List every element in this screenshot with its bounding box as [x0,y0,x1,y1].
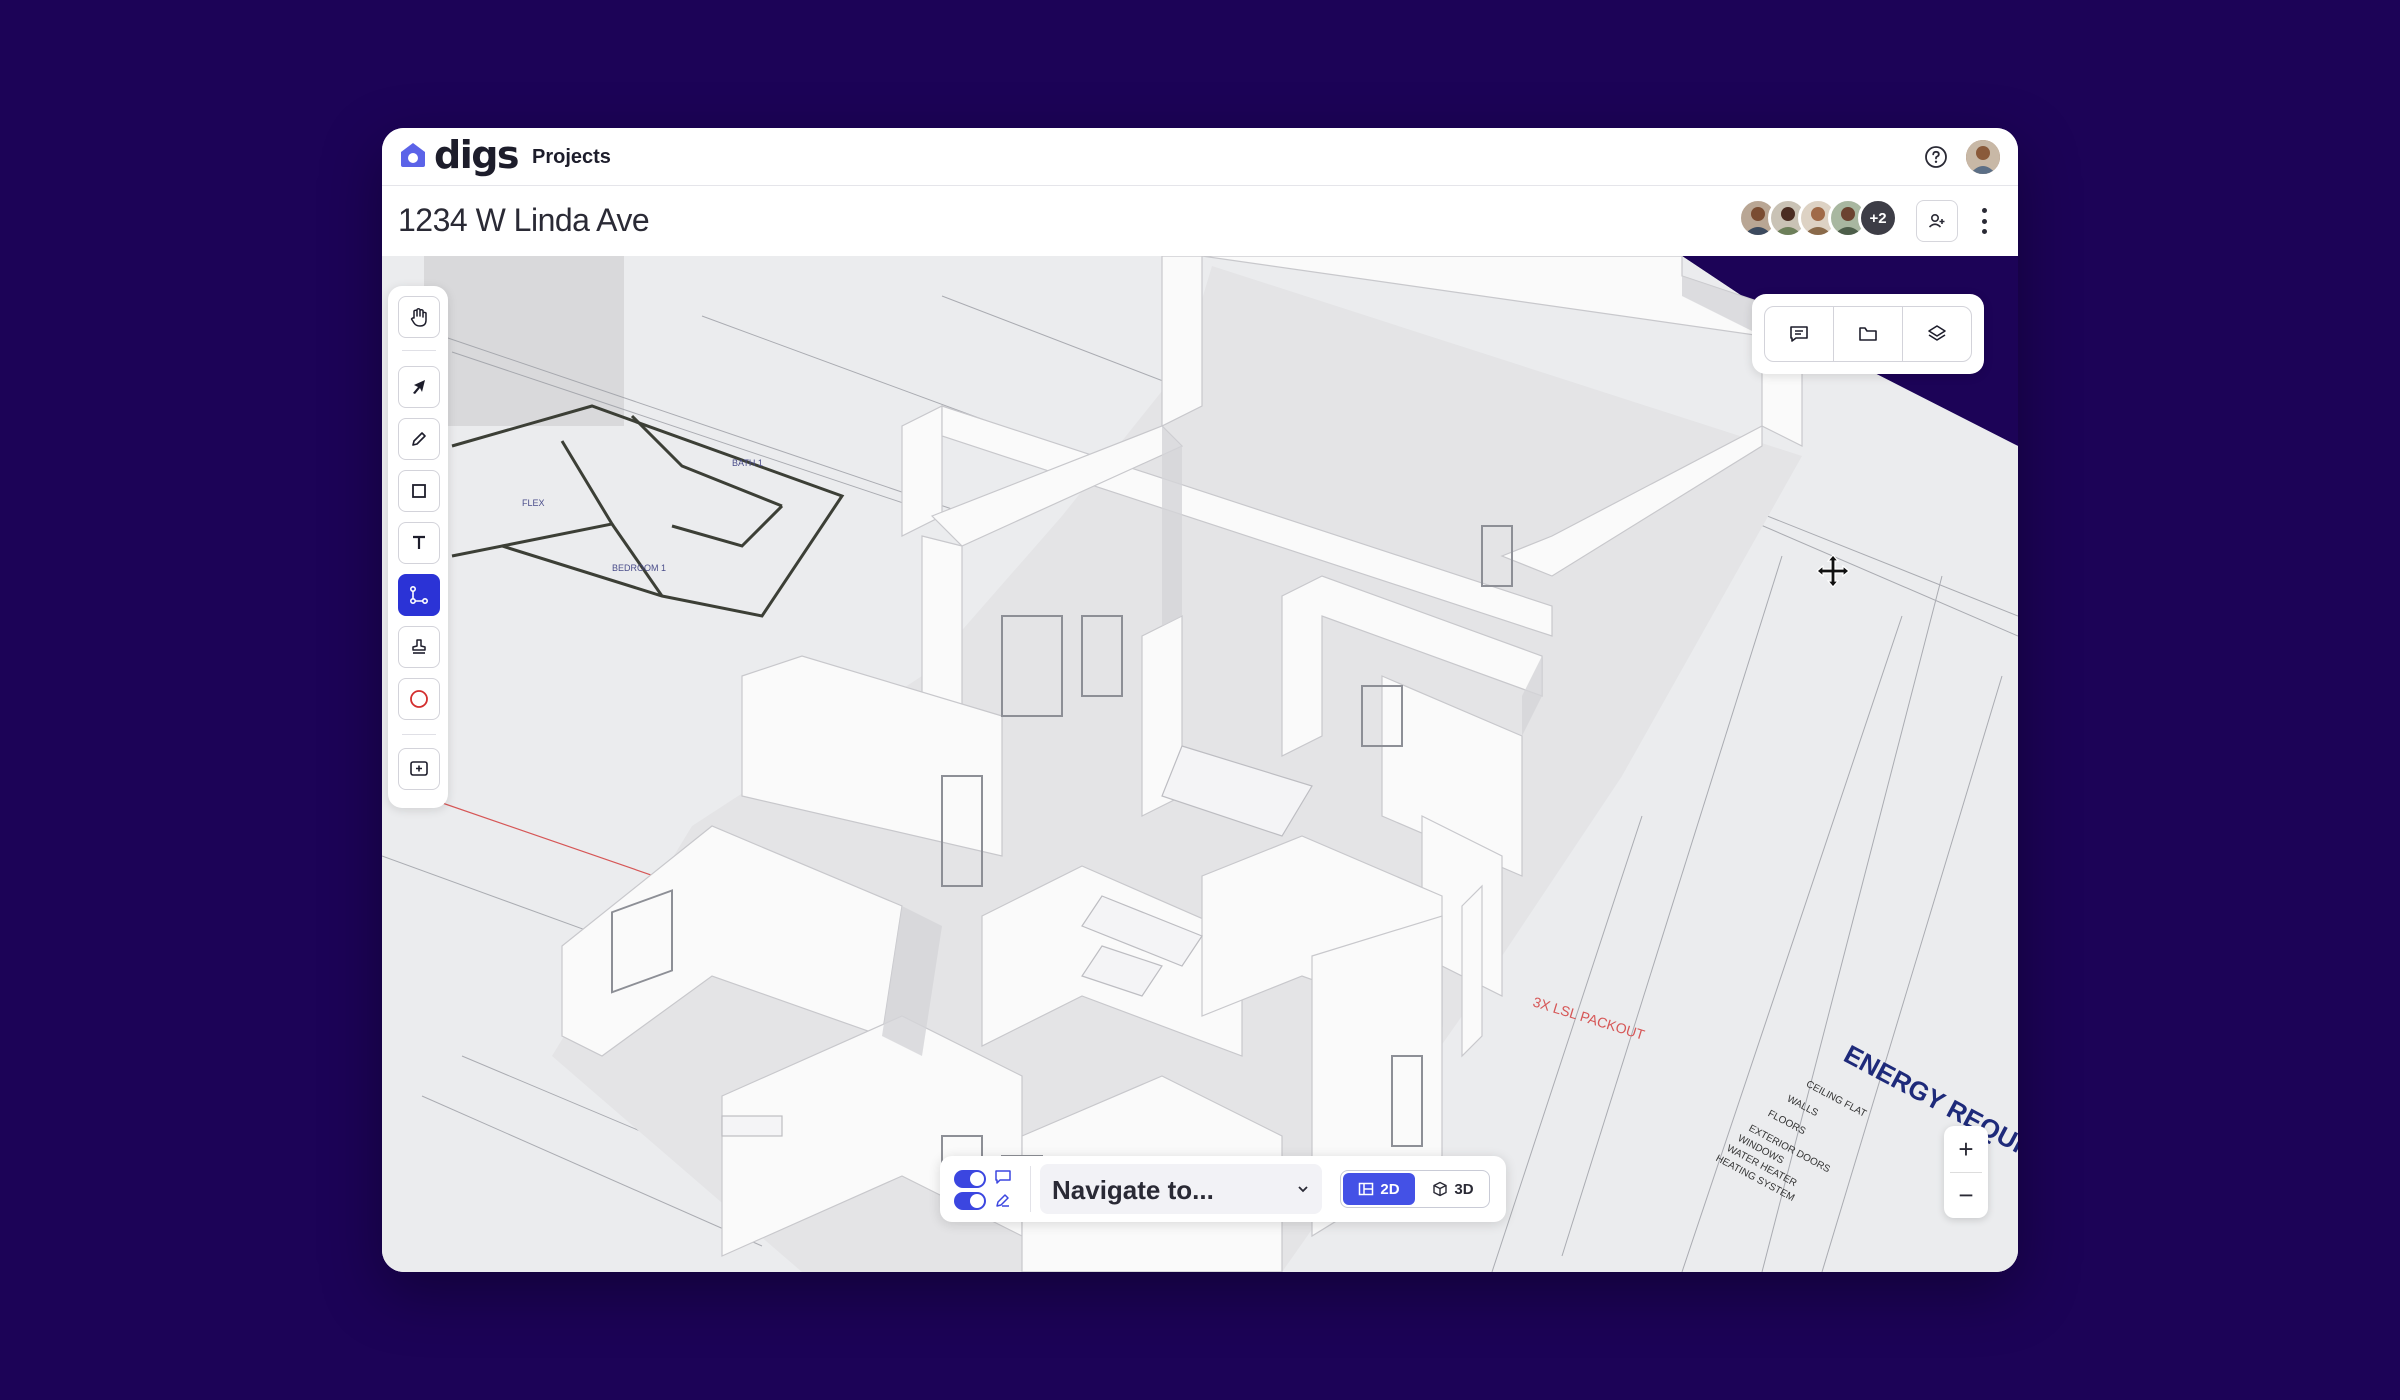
room-label-bath: BATH 1 [732,458,763,468]
user-avatar[interactable] [1966,140,2000,174]
folder-icon [1859,327,1877,341]
room-label-bedroom: BEDROOM 1 [612,563,666,573]
circle-tool-button[interactable] [398,678,440,720]
view-3d-label: 3D [1454,1180,1474,1198]
navigate-to-select[interactable]: Navigate to... [1040,1164,1322,1214]
room-label-flex: FLEX [522,498,545,508]
app-window: digs Projects 1234 W Linda Ave +2 FLEX B… [382,128,2018,1272]
stamp-icon [412,639,426,654]
project-header: 1234 W Linda Ave +2 [382,186,2018,256]
path-nodes-icon [409,585,429,605]
help-icon[interactable] [1924,145,1948,169]
square-icon [412,484,426,498]
logo[interactable]: digs [398,133,520,177]
blueprint-3d-scene: FLEX BATH 1 BEDROOM 1 3X LSL PACKOUT ENE… [382,256,2018,1272]
comment-icon [1790,326,1808,342]
layers-button[interactable] [1903,307,1971,361]
tool-rail [388,286,448,808]
navigate-to-value: Navigate to... [1052,1175,1214,1205]
collaborator-avatars[interactable]: +2 [1738,198,1898,238]
zoom-out-button[interactable]: − [1944,1172,1988,1218]
model-canvas[interactable]: FLEX BATH 1 BEDROOM 1 3X LSL PACKOUT ENE… [382,256,2018,1272]
view-navigation-bar: Navigate to... 2D 3D [940,1156,1506,1222]
view-mode-toggle: 2D 3D [1340,1170,1490,1208]
text-icon [413,535,425,549]
pencil-icon [412,432,426,446]
stamp-tool-button[interactable] [398,626,440,668]
add-user-button[interactable] [1916,200,1958,242]
more-collaborators-badge[interactable]: +2 [1858,198,1898,238]
zoom-controls: + − [1944,1126,1988,1218]
move-cursor-icon [1816,554,1850,588]
pencil-tool-button[interactable] [398,418,440,460]
side-panels-switcher [1752,294,1984,374]
cube-icon [1433,1181,1448,1197]
hand-tool-button[interactable] [398,296,440,338]
comment-icon [995,1170,1011,1184]
text-tool-button[interactable] [398,522,440,564]
add-user-icon [1928,213,1945,228]
markup-icon [996,1194,1009,1207]
more-menu-button[interactable] [1978,208,1990,234]
visibility-toggles [954,1166,1016,1212]
arrow-pointer-icon [413,380,425,394]
circle-icon [410,690,428,708]
path-tool-button[interactable] [398,574,440,616]
hand-icon [410,308,427,327]
pointer-tool-button[interactable] [398,366,440,408]
view-2d-button[interactable]: 2D [1343,1173,1415,1205]
markup-toggle[interactable] [954,1192,986,1210]
layers-icon [1928,325,1946,341]
top-nav: digs Projects [382,128,2018,186]
comments-toggle[interactable] [954,1170,986,1188]
files-button[interactable] [1834,307,1903,361]
chevron-down-icon [1298,1186,1308,1193]
logo-text: digs [434,133,520,177]
add-frame-icon [410,761,428,776]
add-frame-button[interactable] [398,748,440,790]
nav-projects-link[interactable]: Projects [532,146,611,169]
zoom-in-button[interactable]: + [1944,1126,1988,1172]
comments-button[interactable] [1765,307,1834,361]
view-3d-button[interactable]: 3D [1417,1171,1489,1207]
page-title: 1234 W Linda Ave [398,202,650,238]
house-icon [401,143,425,167]
rectangle-tool-button[interactable] [398,470,440,512]
floorplan-icon [1359,1182,1374,1196]
view-2d-label: 2D [1380,1180,1400,1198]
